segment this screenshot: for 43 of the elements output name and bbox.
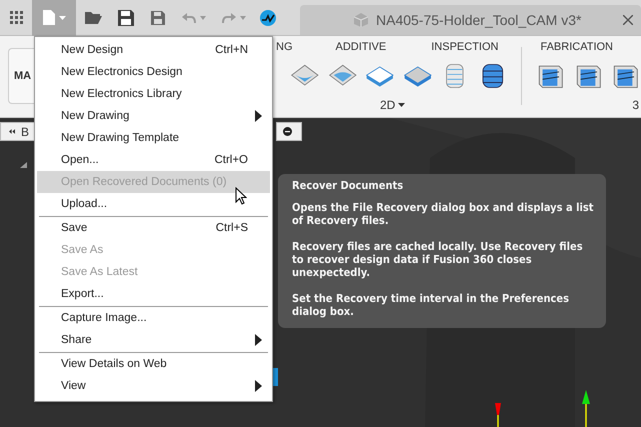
menu-item[interactable]: Open... Ctrl+O xyxy=(37,149,270,171)
cube-icon xyxy=(354,13,368,27)
tooltip-title: Recover Documents xyxy=(292,179,404,192)
menu-item[interactable]: Share xyxy=(37,329,270,351)
caret-icon xyxy=(58,16,66,20)
pulse-icon xyxy=(260,10,276,26)
caret-icon xyxy=(240,16,246,20)
corner-icon xyxy=(20,162,27,168)
axis-marker xyxy=(495,403,501,427)
menu-item[interactable]: New Electronics Design xyxy=(37,61,270,83)
undo-icon xyxy=(182,12,196,22)
menu-item[interactable]: New Design Ctrl+N xyxy=(37,39,270,61)
ribbon-tab[interactable]: FABRICATION xyxy=(540,41,613,53)
document-tab[interactable]: NA405-75-Holder_Tool_CAM v3* xyxy=(300,5,641,35)
ribbon-tab[interactable]: INSPECTION xyxy=(431,41,498,53)
menu-item[interactable]: Capture Image... xyxy=(37,307,270,329)
caret-icon xyxy=(200,16,206,20)
tooltip-text: Opens the File Recovery dialog box and displays a list of Recovery files. xyxy=(292,201,594,227)
menu-item[interactable]: New Drawing Template xyxy=(37,127,270,149)
menu-item[interactable]: Upload... xyxy=(37,193,270,215)
group-label[interactable]: 3 xyxy=(632,94,640,116)
axis-marker xyxy=(582,390,590,427)
menu-item[interactable]: New Electronics Library xyxy=(37,83,270,105)
group-label[interactable]: 2D xyxy=(380,94,406,116)
selection-bar xyxy=(273,368,278,386)
minus-circle-icon[interactable] xyxy=(283,127,292,136)
menu-item[interactable]: View Details on Web xyxy=(37,353,270,375)
grid-icon xyxy=(10,11,22,24)
redo-icon xyxy=(222,12,236,22)
document-icon xyxy=(42,10,54,25)
workspace-button[interactable]: MA xyxy=(8,48,34,104)
cursor-icon xyxy=(235,187,247,205)
menu-item[interactable]: New Drawing xyxy=(37,105,270,127)
ribbon-tab[interactable]: NG xyxy=(276,41,292,53)
collapse-icon[interactable] xyxy=(9,128,15,135)
menu-item[interactable]: Export... xyxy=(37,283,270,305)
tooltip-text: Recovery files are cached locally. Use Recovery files to recover design data if Fusion 360 closes unexpectedly. xyxy=(292,240,584,279)
menu-item[interactable]: Save Ctrl+S xyxy=(37,217,270,239)
ribbon-tab[interactable]: ADDITIVE xyxy=(336,41,386,53)
close-icon[interactable] xyxy=(623,15,633,25)
menu-item[interactable]: View xyxy=(37,375,270,397)
tooltip-text: Set the Recovery time interval in the Preferences dialog box. xyxy=(292,292,570,318)
folder-icon xyxy=(84,11,102,24)
